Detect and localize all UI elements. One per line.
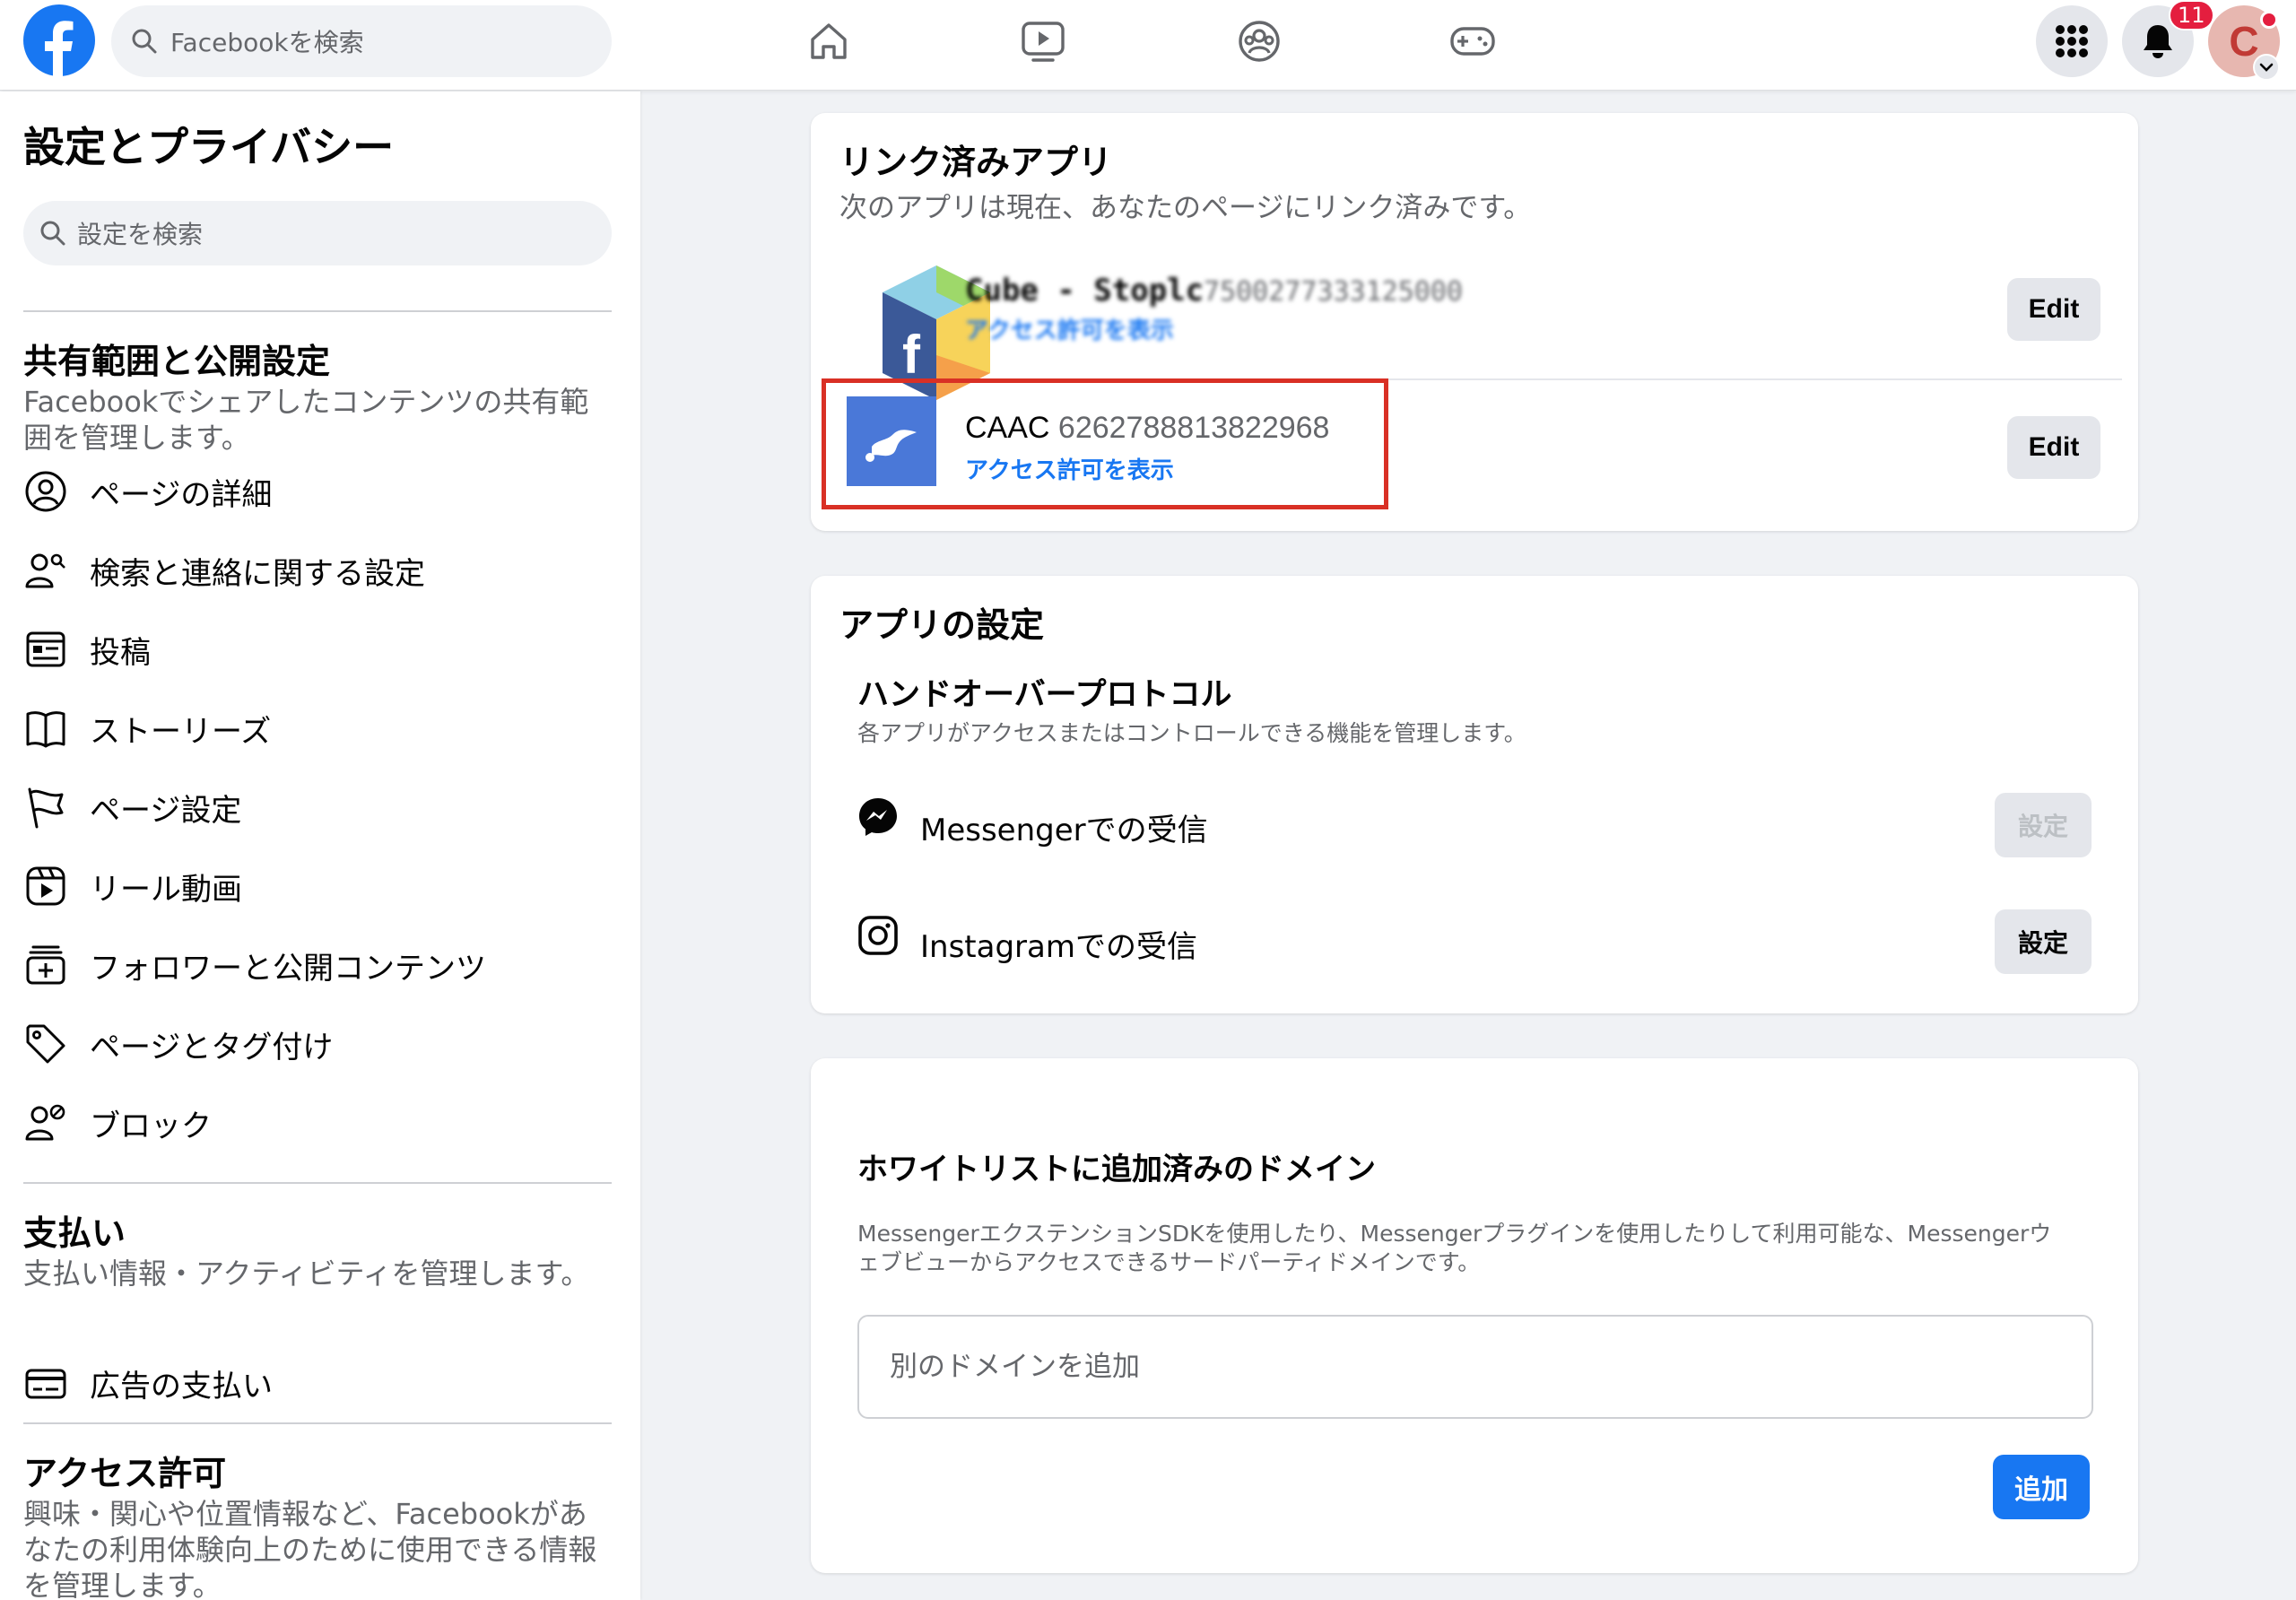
messenger-settings-button[interactable]: 設定 <box>1995 793 2092 857</box>
reels-icon <box>23 864 68 909</box>
search-icon <box>39 220 66 247</box>
app-settings-title: アプリの設定 <box>839 605 1045 645</box>
add-domain-input[interactable] <box>857 1315 2093 1419</box>
instagram-icon <box>857 915 899 956</box>
app-id-text: 6262788813822968 <box>1057 411 1330 445</box>
app-permissions-link-cube[interactable]: アクセス許可を表示 <box>965 312 1174 345</box>
sidebar-item-ad-payments[interactable]: 広告の支払い <box>23 1356 273 1410</box>
people-search-icon <box>23 548 68 593</box>
person-circle-icon <box>23 469 68 514</box>
sidebar-item-tagging[interactable]: ページとタグ付け <box>23 1017 333 1071</box>
handover-protocol-title: ハンドオーバープロトコル <box>857 677 1232 713</box>
block-user-icon <box>23 1100 68 1145</box>
book-icon <box>23 706 68 751</box>
section-desc-permissions: 興味・関心や位置情報など、Facebookがあなたの利用体験向上のために使用でき… <box>23 1497 597 1600</box>
instagram-settings-button[interactable]: 設定 <box>1995 909 2092 974</box>
video-icon[interactable] <box>1014 13 1072 70</box>
facebook-logo-icon[interactable] <box>23 4 95 76</box>
tag-icon <box>23 1022 68 1066</box>
section-title-payments: 支払い <box>23 1213 126 1253</box>
sidebar-item-label: ページとタグ付け <box>90 1029 334 1065</box>
flag-icon <box>23 785 68 830</box>
sidebar-item-reels[interactable]: リール動画 <box>23 859 242 913</box>
divider <box>23 1182 612 1184</box>
menu-grid-button[interactable] <box>2036 5 2108 77</box>
page-title: 設定とプライバシー <box>23 123 395 171</box>
search-icon <box>131 28 158 55</box>
app-name-text: CAAC <box>965 411 1050 445</box>
home-icon[interactable] <box>800 13 857 70</box>
top-navigation-bar: Facebookを検索 11 C <box>0 0 2296 91</box>
sidebar-item-label: ストーリーズ <box>90 713 272 750</box>
search-placeholder: 設定を検索 <box>77 220 204 249</box>
messenger-icon <box>857 796 899 838</box>
sidebar-item-label: ページの詳細 <box>90 476 273 513</box>
whitelist-desc-line: MessengerエクステンションSDKを使用したり、Messengerプラグイ… <box>857 1221 2052 1247</box>
sidebar-item-label: 検索と連絡に関する設定 <box>90 555 425 592</box>
app-name-cube: Cube - Stoplc <box>965 273 1205 309</box>
divider <box>23 1422 612 1424</box>
divider <box>827 378 2122 380</box>
instagram-receive-label: Instagramでの受信 <box>920 929 1197 965</box>
bell-icon <box>2141 23 2175 59</box>
sidebar-item-label: ページ設定 <box>90 792 242 829</box>
app-name-caac: CAAC 6262788813822968 <box>965 411 1329 446</box>
divider <box>23 310 612 312</box>
add-box-icon <box>23 943 68 987</box>
whitelisted-domains-card: ホワイトリストに追加済みのドメイン MessengerエクステンションSDKを使… <box>811 1058 2138 1573</box>
settings-search-input[interactable]: 設定を検索 <box>23 201 612 265</box>
groups-icon[interactable] <box>1231 13 1288 70</box>
notification-count-badge: 11 <box>2169 0 2214 30</box>
caac-app-logo <box>847 396 936 486</box>
linked-apps-title: リンク済みアプリ <box>839 143 1113 182</box>
sidebar-item-label: 広告の支払い <box>90 1368 273 1404</box>
linked-apps-card: リンク済みアプリ 次のアプリは現在、あなたのページにリンク済みです。 f Cub… <box>811 113 2138 531</box>
sidebar-item-posts[interactable]: 投稿 <box>23 622 151 676</box>
app-cube-logo: f <box>865 265 990 409</box>
linked-apps-subtitle: 次のアプリは現在、あなたのページにリンク済みです。 <box>839 192 1532 224</box>
credit-card-icon <box>23 1361 68 1405</box>
sidebar-item-followers[interactable]: フォロワーと公開コンテンツ <box>23 938 486 992</box>
post-icon <box>23 627 68 672</box>
settings-sidebar: 設定とプライバシー 設定を検索 共有範囲と公開設定 Facebookでシェアした… <box>0 91 640 1600</box>
edit-button-cube[interactable]: Edit <box>2007 278 2100 341</box>
grid-menu-icon <box>2055 24 2089 58</box>
app-permissions-link-caac[interactable]: アクセス許可を表示 <box>965 452 1174 485</box>
app-settings-card: アプリの設定 ハンドオーバープロトコル 各アプリがアクセスまたはコントロールでき… <box>811 576 2138 1013</box>
edit-button-caac[interactable]: Edit <box>2007 416 2100 479</box>
whitelist-title: ホワイトリストに追加済みのドメイン <box>857 1152 1376 1187</box>
section-title-permissions: アクセス許可 <box>23 1454 227 1493</box>
app-id-cube: 7500277333125000 <box>1204 276 1463 308</box>
avatar-initial: C <box>2229 18 2259 65</box>
sidebar-item-label: 投稿 <box>90 634 151 671</box>
account-menu-button[interactable] <box>2253 54 2280 81</box>
sidebar-item-page-settings[interactable]: ページ設定 <box>23 780 241 834</box>
svg-text:f: f <box>902 325 921 385</box>
search-placeholder: Facebookを検索 <box>170 28 364 57</box>
section-desc-audience: Facebookでシェアしたコンテンツの共有範囲を管理します。 <box>23 385 589 455</box>
whitelist-desc-line: ェブビューからアクセスできるサードパーティドメインです。 <box>857 1249 1481 1275</box>
sidebar-item-blocking[interactable]: ブロック <box>23 1096 212 1150</box>
status-dot <box>2260 11 2278 29</box>
messenger-receive-label: Messengerでの受信 <box>920 813 1208 848</box>
handover-protocol-desc: 各アプリがアクセスまたはコントロールできる機能を管理します。 <box>857 720 1526 746</box>
sidebar-item-label: リール動画 <box>90 871 242 908</box>
section-desc-payments: 支払い情報・アクティビティを管理します。 <box>23 1257 590 1291</box>
gaming-icon[interactable] <box>1444 13 1501 70</box>
section-title-audience: 共有範囲と公開設定 <box>23 342 331 381</box>
add-domain-button[interactable]: 追加 <box>1993 1455 2090 1519</box>
sidebar-item-label: フォロワーと公開コンテンツ <box>90 950 486 987</box>
chevron-down-icon <box>2259 62 2274 73</box>
facebook-search-bar[interactable]: Facebookを検索 <box>111 5 612 77</box>
sidebar-item-label: ブロック <box>90 1108 212 1144</box>
sidebar-item-search-contact[interactable]: 検索と連絡に関する設定 <box>23 543 425 597</box>
whitelist-desc: MessengerエクステンションSDKを使用したり、Messengerプラグイ… <box>857 1220 2051 1277</box>
sidebar-item-stories[interactable]: ストーリーズ <box>23 701 271 755</box>
sidebar-item-page-details[interactable]: ページの詳細 <box>23 465 272 518</box>
